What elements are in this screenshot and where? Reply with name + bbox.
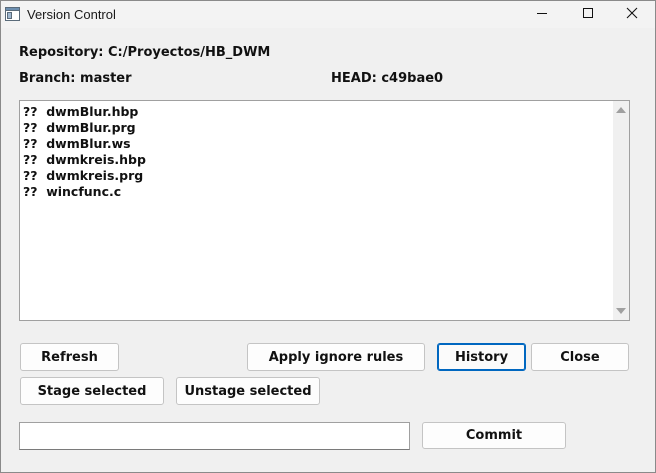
window-title: Version Control — [27, 7, 116, 22]
stage-selected-button[interactable]: Stage selected — [20, 377, 164, 405]
minimize-button[interactable] — [519, 1, 565, 28]
window-app-icon — [5, 7, 20, 21]
history-button[interactable]: History — [437, 343, 526, 371]
list-item[interactable]: ?? wincfunc.c — [23, 184, 611, 200]
maximize-button[interactable] — [565, 1, 611, 28]
refresh-button[interactable]: Refresh — [20, 343, 119, 371]
scroll-down-arrow-icon[interactable] — [616, 308, 626, 314]
list-item[interactable]: ?? dwmkreis.hbp — [23, 152, 611, 168]
list-item[interactable]: ?? dwmBlur.prg — [23, 120, 611, 136]
maximize-icon — [582, 6, 594, 24]
apply-ignore-rules-button[interactable]: Apply ignore rules — [247, 343, 425, 371]
head-label: HEAD: c49bae0 — [331, 71, 444, 86]
list-item[interactable]: ?? dwmBlur.ws — [23, 136, 611, 152]
unstage-selected-button[interactable]: Unstage selected — [176, 377, 320, 405]
commit-message-input[interactable] — [19, 422, 410, 450]
title-bar[interactable]: Version Control — [1, 1, 655, 28]
close-button[interactable]: Close — [531, 343, 629, 371]
branch-label: Branch: master — [19, 71, 132, 86]
version-control-window: Version Control Repository: C:/Proyectos… — [0, 0, 656, 473]
changed-files-list[interactable]: ?? dwmBlur.hbp ?? dwmBlur.prg ?? dwmBlur… — [19, 100, 630, 321]
scroll-up-arrow-icon[interactable] — [616, 107, 626, 113]
vertical-scrollbar[interactable] — [613, 101, 629, 320]
commit-button[interactable]: Commit — [422, 422, 566, 449]
list-item[interactable]: ?? dwmkreis.prg — [23, 168, 611, 184]
list-item[interactable]: ?? dwmBlur.hbp — [23, 104, 611, 120]
close-icon — [626, 6, 638, 24]
close-window-button[interactable] — [609, 1, 655, 28]
repository-label: Repository: C:/Proyectos/HB_DWM — [19, 45, 271, 60]
file-list-items: ?? dwmBlur.hbp ?? dwmBlur.prg ?? dwmBlur… — [23, 104, 611, 200]
minimize-icon — [536, 6, 548, 24]
